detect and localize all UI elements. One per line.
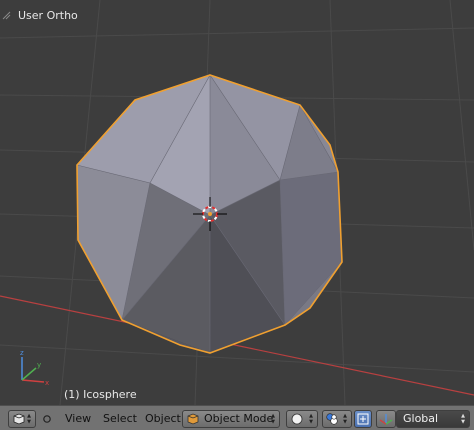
manipulator-icon <box>357 413 369 425</box>
editor-type-selector[interactable]: ▲ ▼ <box>8 410 36 428</box>
up-down-arrows-icon: ▲ ▼ <box>27 413 31 425</box>
orientation-selector[interactable]: Global ▲ ▼ <box>396 410 470 428</box>
3d-viewport[interactable]: z y x User Ortho (1) Icosphere <box>0 0 474 405</box>
mode-selector[interactable]: Object Mode ▲ ▼ <box>182 410 280 428</box>
menu-object[interactable]: Object <box>145 410 181 428</box>
mode-label: Object Mode <box>204 412 274 425</box>
menu-toggle-icon[interactable] <box>42 414 52 424</box>
transform-orientation-icon <box>379 414 393 425</box>
svg-text:x: x <box>45 379 49 387</box>
orientation-label: Global <box>403 412 439 425</box>
pivot-point-selector[interactable]: ▲ ▼ <box>322 410 352 428</box>
menu-view[interactable]: View <box>65 410 91 428</box>
axis-gizmo: z y x <box>20 349 49 387</box>
up-down-arrows-icon: ▲ ▼ <box>271 413 275 425</box>
solid-sphere-icon <box>291 413 303 425</box>
svg-text:z: z <box>20 349 24 357</box>
manipulator-toggle[interactable] <box>354 410 372 428</box>
object-mode-cube-icon <box>187 413 199 425</box>
menu-select[interactable]: Select <box>103 410 137 428</box>
up-down-arrows-icon: ▲ ▼ <box>309 413 313 425</box>
viewport-header: ▲ ▼ View Select Object Object Mode ▲ ▼ ▲ ▼ … <box>0 405 474 430</box>
viewport-scene[interactable]: z y x <box>0 0 474 405</box>
up-down-arrows-icon: ▲ ▼ <box>343 413 347 425</box>
3d-view-icon <box>13 413 25 425</box>
up-down-arrows-icon: ▲ ▼ <box>461 413 465 425</box>
transform-orientation-icon-button[interactable] <box>376 410 396 428</box>
viewport-shading-selector[interactable]: ▲ ▼ <box>286 410 318 428</box>
pivot-point-icon <box>326 413 338 425</box>
svg-text:y: y <box>37 361 41 369</box>
active-object-label: (1) Icosphere <box>64 388 137 401</box>
region-split-corner-icon[interactable] <box>2 11 11 20</box>
origin-dot <box>208 212 212 216</box>
view-name-label: User Ortho <box>18 9 78 22</box>
